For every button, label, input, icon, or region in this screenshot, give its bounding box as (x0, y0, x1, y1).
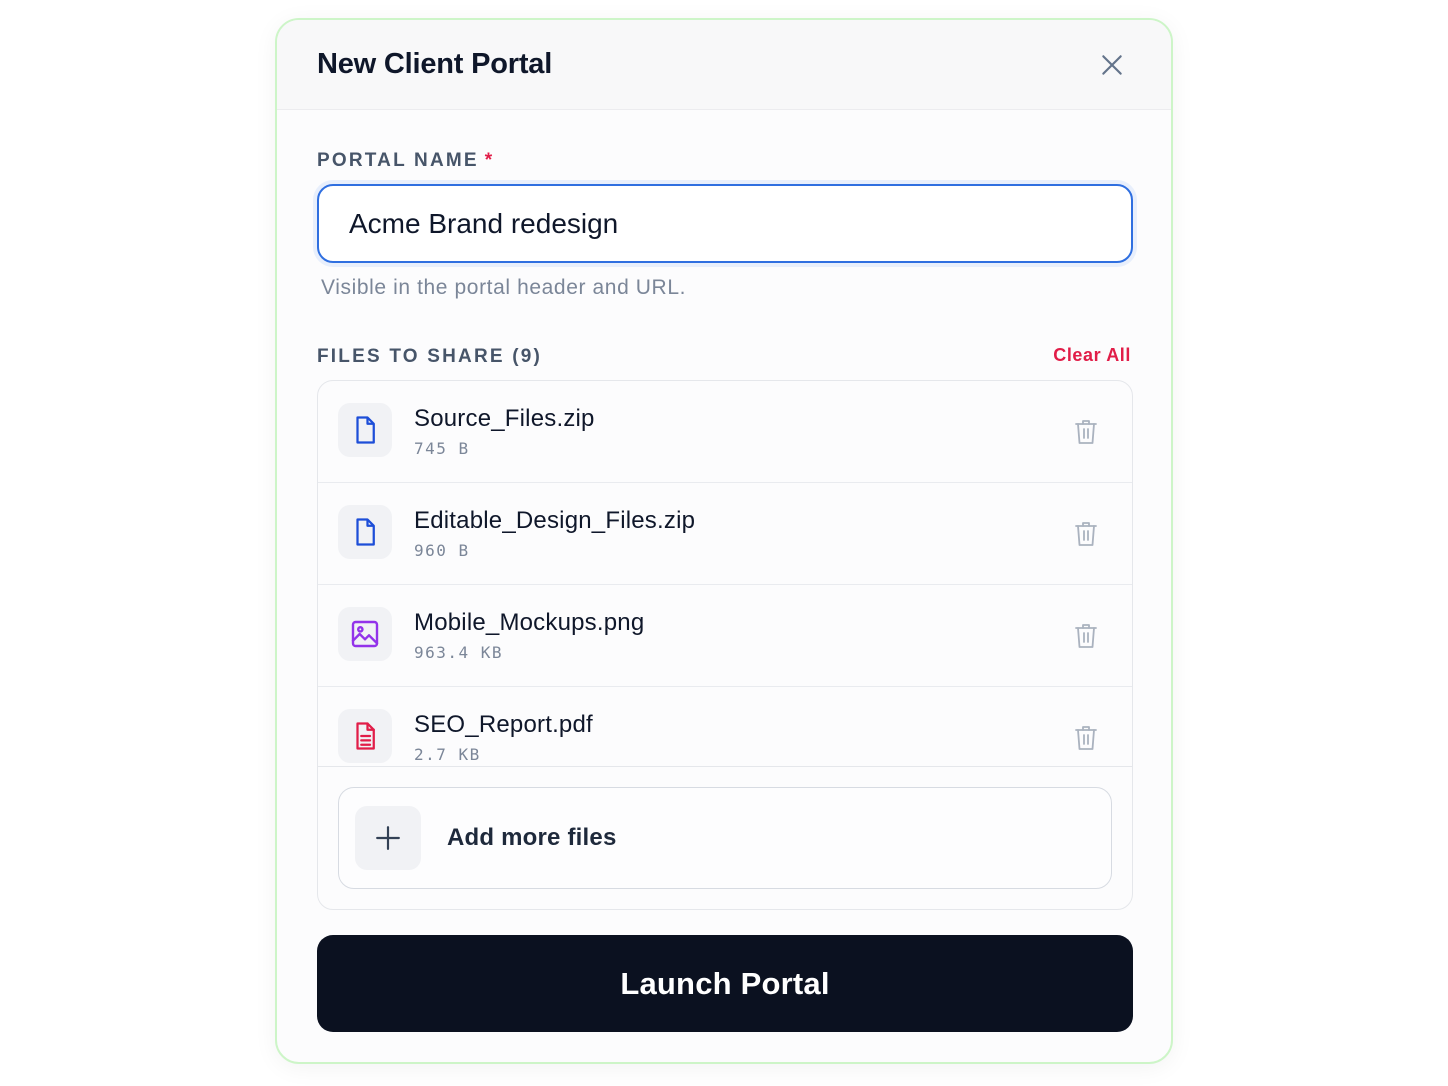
remove-file-button[interactable] (1072, 621, 1100, 651)
portal-name-input[interactable] (319, 186, 1131, 261)
document-text-icon (356, 722, 375, 750)
dialog-header: New Client Portal (277, 20, 1171, 110)
file-size: 960 B (414, 541, 470, 560)
launch-portal-button[interactable]: Launch Portal (317, 935, 1133, 1032)
file-name: SEO_Report.pdf (414, 711, 593, 738)
file-type-badge (338, 709, 392, 763)
required-marker: * (484, 150, 493, 171)
trash-icon (1075, 522, 1097, 546)
file-type-badge (338, 607, 392, 661)
file-type-badge (338, 505, 392, 559)
files-panel: Source_Files.zip 745 B Editable_Design_F… (317, 380, 1133, 910)
add-icon-box (355, 806, 421, 870)
file-size: 963.4 KB (414, 643, 504, 662)
remove-file-button[interactable] (1072, 519, 1100, 549)
file-row: Editable_Design_Files.zip 960 B (318, 483, 1132, 585)
add-more-files-button[interactable]: Add more files (338, 787, 1112, 889)
plus-icon (376, 826, 400, 850)
dialog-title: New Client Portal (317, 48, 553, 80)
file-size: 2.7 KB (414, 745, 481, 764)
close-button[interactable] (1097, 50, 1127, 80)
file-row: Mobile_Mockups.png 963.4 KB (318, 585, 1132, 687)
trash-icon (1075, 420, 1097, 444)
portal-name-helper: Visible in the portal header and URL. (321, 276, 687, 299)
file-name: Editable_Design_Files.zip (414, 507, 696, 534)
image-icon (351, 620, 379, 648)
file-icon (356, 518, 375, 546)
file-row: SEO_Report.pdf 2.7 KB (318, 687, 1132, 766)
file-list[interactable]: Source_Files.zip 745 B Editable_Design_F… (318, 381, 1132, 767)
portal-name-label: PORTAL NAME * (317, 150, 493, 171)
file-name: Source_Files.zip (414, 405, 595, 432)
trash-icon (1075, 726, 1097, 750)
remove-file-button[interactable] (1072, 417, 1100, 447)
files-to-share-label: FILES TO SHARE (9) (317, 346, 543, 367)
file-type-badge (338, 403, 392, 457)
file-row: Source_Files.zip 745 B (318, 381, 1132, 483)
add-more-files-label: Add more files (447, 824, 617, 851)
trash-icon (1075, 624, 1097, 648)
file-size: 745 B (414, 439, 470, 458)
file-name: Mobile_Mockups.png (414, 609, 645, 636)
remove-file-button[interactable] (1072, 723, 1100, 753)
file-icon (356, 416, 375, 444)
portal-name-field[interactable] (317, 184, 1133, 263)
new-client-portal-dialog: New Client Portal PORTAL NAME* Visible i… (275, 18, 1173, 1064)
close-icon (1102, 55, 1122, 75)
clear-all-button[interactable]: Clear All (1053, 345, 1131, 366)
